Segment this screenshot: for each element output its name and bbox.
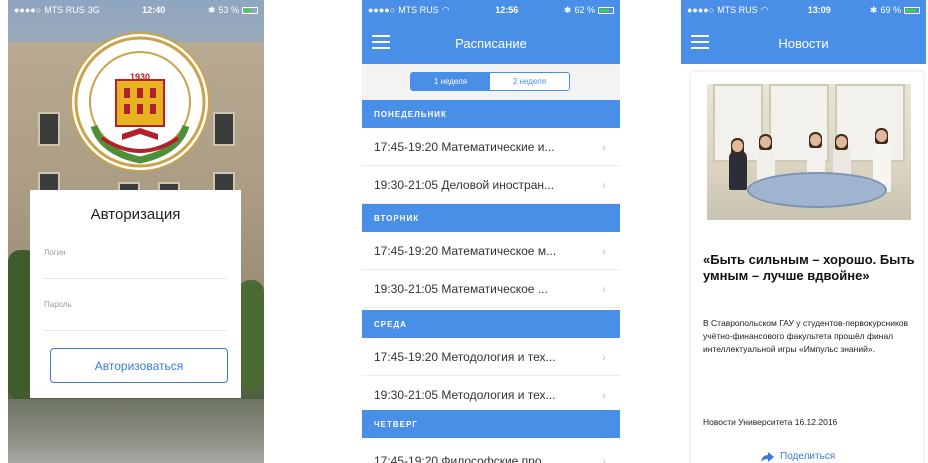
carrier-label: MTS RUS [717,5,758,15]
chevron-right-icon: › [602,388,606,402]
tree-image [238,280,264,390]
lesson-label: 19:30-21:05 Математическое ... [374,281,548,296]
university-logo: 1930 [70,32,210,172]
tab-week-2[interactable]: 2 неделя [490,73,569,90]
news-headline[interactable]: «Быть сильным – хорошо. Быть умным – луч… [703,252,917,284]
day-header-wednesday: СРЕДА [362,310,620,338]
login-button[interactable]: Авторизоваться [50,348,228,383]
road-image [8,399,264,463]
bluetooth-icon: ✱ [207,4,216,15]
lesson-row[interactable]: 19:30-21:05 Математическое ... › [362,270,620,308]
lesson-label: 17:45-19:20 Математическое м... [374,243,557,258]
day-header-monday: ПОНЕДЕЛЬНИК [362,100,620,128]
tab-week-1[interactable]: 1 неделя [411,73,490,90]
battery-percent: 53 % [218,5,239,15]
lesson-row[interactable]: 19:30-21:05 Методология и тех... › [362,376,620,414]
page-title: Новости [778,36,829,51]
signal-icon: ●●●●○ [368,5,396,15]
chevron-right-icon: › [602,454,606,463]
chevron-right-icon: › [602,282,606,296]
chevron-right-icon: › [602,244,606,258]
bluetooth-icon: ✱ [869,4,878,15]
chevron-right-icon: › [602,350,606,364]
day-header-thursday: ЧЕТВЕРГ [362,410,620,438]
login-card: Авторизация Логин Пароль Авторизоваться [30,190,241,398]
network-label: 3G [87,5,100,15]
lesson-label: 17:45-19:20 Методология и тех... [374,349,556,364]
signal-icon: ●●●●○ [687,5,715,15]
lesson-row[interactable]: 17:45-19:20 Методология и тех... › [362,338,620,376]
chevron-right-icon: › [602,178,606,192]
news-summary: В Ставропольском ГАУ у студентов-первоку… [703,318,909,354]
clock: 12:56 [495,5,519,15]
carrier-label: MTS RUS [398,5,439,15]
divider [44,330,227,331]
status-bar: ●●●●○ MTS RUS 3G 12:40 ✱ 53 % [8,0,264,20]
lesson-label: 19:30-21:05 Методология и тех... [374,387,556,402]
carrier-label: MTS RUS [44,5,85,15]
navbar: ●●●●○ MTS RUS ◠ 12:56 ✱ 62 % Расписание [362,0,620,64]
university-seal-icon [74,36,206,168]
schedule-screen: ●●●●○ MTS RUS ◠ 12:56 ✱ 62 % Расписание … [362,0,620,463]
battery-icon [903,6,920,14]
lesson-label: 19:30-21:05 Деловой иностран... [374,177,555,192]
share-arrow-icon [761,451,774,462]
battery-icon [241,6,258,14]
news-photo [707,84,911,220]
logo-year: 1930 [129,72,151,82]
battery-icon [597,6,614,14]
login-screen: ●●●●○ MTS RUS 3G 12:40 ✱ 53 % 1930 Автор… [8,0,264,463]
chevron-right-icon: › [602,140,606,154]
bluetooth-icon: ✱ [563,4,572,15]
share-label: Поделиться [780,451,836,462]
clock: 12:40 [142,5,166,15]
status-bar: ●●●●○ MTS RUS ◠ 13:09 ✱ 69 % [681,0,926,20]
login-field[interactable]: Логин [44,248,66,257]
week-selector: 1 неделя 2 неделя [410,72,570,91]
share-button[interactable]: Поделиться [761,451,835,462]
day-header-tuesday: ВТОРНИК [362,204,620,232]
page-title: Расписание [455,36,527,51]
navbar: ●●●●○ MTS RUS ◠ 13:09 ✱ 69 % Новости [681,0,926,64]
news-card[interactable]: «Быть сильным – хорошо. Быть умным – луч… [691,72,923,463]
password-field[interactable]: Пароль [44,300,72,309]
wifi-icon: ◠ [760,4,769,15]
status-bar: ●●●●○ MTS RUS ◠ 12:56 ✱ 62 % [362,0,620,20]
login-title: Авторизация [90,206,181,223]
divider [44,278,227,279]
wifi-icon: ◠ [441,4,450,15]
lesson-row[interactable]: 17:45-19:20 Математическое м... › [362,232,620,270]
news-meta: Новости Университета 16.12.2016 [703,417,838,427]
lesson-label: 17:45-19:20 Математические и... [374,139,555,154]
battery-percent: 69 % [880,5,901,15]
clock: 13:09 [807,5,831,15]
lesson-row[interactable]: 19:30-21:05 Деловой иностран... › [362,166,620,204]
news-screen: ●●●●○ MTS RUS ◠ 13:09 ✱ 69 % Новости «Бы… [681,0,926,463]
battery-percent: 62 % [574,5,595,15]
signal-icon: ●●●●○ [14,5,42,15]
week-selector-bar: 1 неделя 2 неделя [362,64,620,100]
lesson-row[interactable]: 17:45-19:20 Философские про... › [362,442,620,463]
lesson-label: 17:45-19:20 Философские про... [374,453,552,463]
lesson-row[interactable]: 17:45-19:20 Математические и... › [362,128,620,166]
